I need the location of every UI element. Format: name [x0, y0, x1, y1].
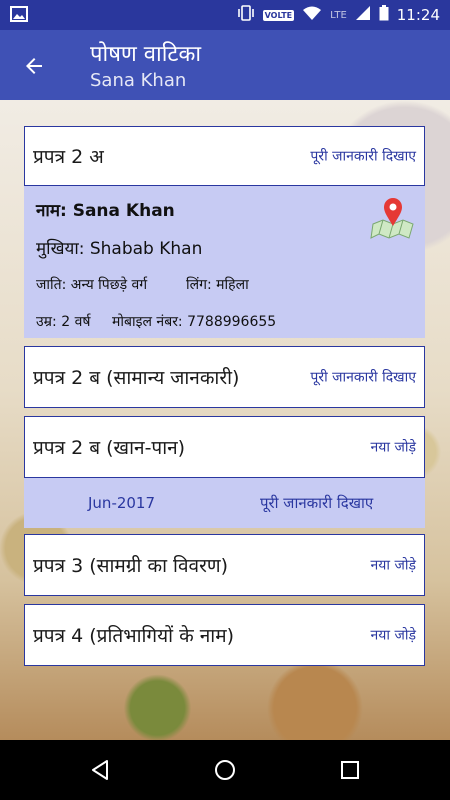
caste-field: जाति: अन्य पिछड़े वर्ग — [36, 277, 148, 293]
prapatra-2b-food-add-new-link[interactable]: नया जोड़े — [371, 438, 416, 457]
back-arrow-icon — [26, 58, 42, 74]
prapatra-2a-show-details-link[interactable]: पूरी जानकारी दिखाए — [310, 147, 416, 166]
prapatra-2b-general-show-details-link[interactable]: पूरी जानकारी दिखाए — [310, 368, 416, 387]
prapatra-4-card: प्रपत्र 4 (प्रतिभागियों के नाम) नया जोड़… — [24, 604, 425, 666]
beneficiary-details-panel: नाम: Sana Khan मुखिया: Shabab Khan जाति:… — [24, 186, 425, 338]
status-bar: VOLTE LTE 11:24 — [0, 0, 450, 30]
age-field: उम्र: 2 वर्ष — [36, 314, 91, 330]
vibrate-icon — [237, 5, 255, 25]
prapatra-3-card: प्रपत्र 3 (सामग्री का विवरण) नया जोड़े — [24, 534, 425, 596]
prapatra-2b-general-label: प्रपत्र 2 ब (सामान्य जानकारी) — [33, 367, 240, 389]
beneficiary-name: नाम: Sana Khan — [36, 201, 175, 221]
food-entry-month: Jun-2017 — [88, 494, 156, 512]
wifi-icon — [302, 5, 322, 25]
nav-back-button[interactable] — [82, 752, 118, 788]
household-head: मुखिया: Shabab Khan — [36, 239, 203, 259]
clock: 11:24 — [396, 6, 440, 24]
back-button[interactable] — [14, 48, 54, 84]
volte-badge: VOLTE — [262, 9, 295, 21]
nav-home-button[interactable] — [207, 752, 243, 788]
gallery-notification-icon — [10, 6, 28, 26]
square-recents-icon — [341, 761, 359, 779]
food-entry-show-details-link[interactable]: पूरी जानकारी दिखाए — [260, 493, 373, 513]
signal-icon — [355, 5, 371, 25]
content-area: प्रपत्र 2 अ पूरी जानकारी दिखाए नाम: Sana… — [0, 100, 450, 740]
page-subtitle: Sana Khan — [90, 70, 187, 91]
prapatra-4-add-new-link[interactable]: नया जोड़े — [371, 626, 416, 645]
prapatra-2b-general-card: प्रपत्र 2 ब (सामान्य जानकारी) पूरी जानका… — [24, 346, 425, 408]
prapatra-2a-card: प्रपत्र 2 अ पूरी जानकारी दिखाए — [24, 126, 425, 186]
food-entry-row: Jun-2017 पूरी जानकारी दिखाए — [24, 478, 425, 528]
prapatra-3-label: प्रपत्र 3 (सामग्री का विवरण) — [33, 555, 228, 577]
battery-icon — [379, 5, 389, 25]
prapatra-3-add-new-link[interactable]: नया जोड़े — [371, 556, 416, 575]
app-bar: पोषण वाटिका Sana Khan — [0, 30, 450, 100]
page-title: पोषण वाटिका — [90, 42, 202, 67]
triangle-back-icon — [92, 760, 108, 780]
gender-field: लिंग: महिला — [186, 277, 249, 293]
prapatra-4-label: प्रपत्र 4 (प्रतिभागियों के नाम) — [33, 625, 234, 647]
circle-home-icon — [215, 760, 235, 780]
prapatra-2b-food-label: प्रपत्र 2 ब (खान-पान) — [33, 437, 186, 459]
prapatra-2b-food-card: प्रपत्र 2 ब (खान-पान) नया जोड़े — [24, 416, 425, 478]
map-location-icon[interactable] — [369, 194, 417, 240]
nav-recents-button[interactable] — [332, 752, 368, 788]
prapatra-2a-label: प्रपत्र 2 अ — [33, 146, 104, 168]
network-type: LTE — [330, 9, 347, 21]
mobile-field: मोबाइल नंबर: 7788996655 — [112, 314, 277, 330]
navigation-bar — [0, 740, 450, 800]
